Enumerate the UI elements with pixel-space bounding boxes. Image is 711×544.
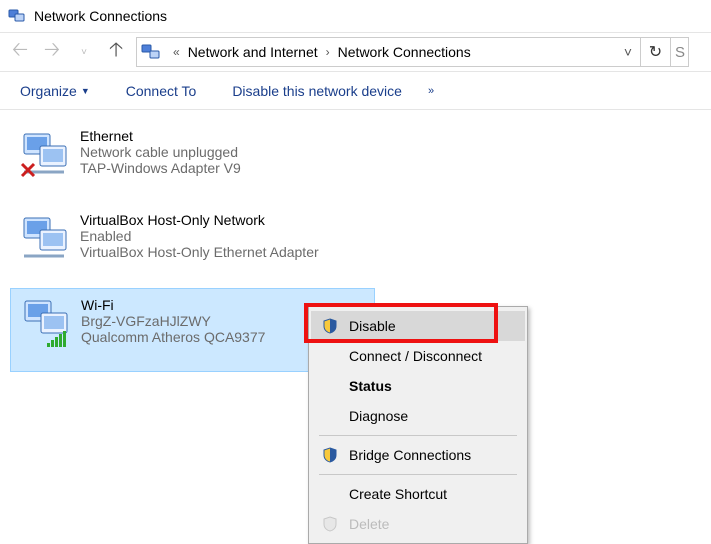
breadcrumb-seg-2[interactable]: Network Connections	[336, 44, 473, 60]
ctx-connect[interactable]: Connect / Disconnect	[311, 341, 525, 371]
ctx-shortcut[interactable]: Create Shortcut	[311, 479, 525, 509]
recent-dropdown[interactable]: ˅	[68, 36, 100, 68]
adapter-device: TAP-Windows Adapter V9	[80, 160, 241, 176]
ctx-disable[interactable]: Disable	[311, 311, 525, 341]
adapter-ethernet[interactable]: Ethernet Network cable unplugged TAP-Win…	[10, 120, 375, 204]
ctx-status-label: Status	[349, 378, 392, 394]
chevron-right-icon[interactable]: ›	[320, 45, 336, 59]
disable-device-button[interactable]: Disable this network device	[214, 72, 420, 109]
adapter-device: VirtualBox Host-Only Ethernet Adapter	[80, 244, 319, 260]
back-button[interactable]: 🡠	[4, 36, 36, 68]
window-title: Network Connections	[34, 8, 167, 24]
adapter-name: VirtualBox Host-Only Network	[80, 212, 319, 228]
connect-to-button[interactable]: Connect To	[108, 72, 215, 109]
ethernet-unplugged-icon	[18, 128, 72, 182]
up-button[interactable]: 🡡	[100, 36, 132, 68]
shield-icon	[319, 318, 341, 334]
network-connections-icon	[8, 7, 26, 25]
organize-label: Organize	[20, 83, 77, 99]
adapter-device: Qualcomm Atheros QCA9377	[81, 329, 265, 345]
adapter-status: Network cable unplugged	[80, 144, 241, 160]
chevron-down-icon: ▼	[81, 86, 90, 96]
ctx-bridge[interactable]: Bridge Connections	[311, 440, 525, 470]
organize-button[interactable]: Organize ▼	[2, 72, 108, 109]
ctx-delete[interactable]: Delete	[311, 509, 525, 539]
separator	[319, 435, 517, 436]
search-input[interactable]: S	[671, 37, 689, 67]
disable-device-label: Disable this network device	[232, 83, 402, 99]
overflow-label: »	[428, 85, 434, 97]
adapter-name: Ethernet	[80, 128, 241, 144]
adapter-name: Wi-Fi	[81, 297, 265, 313]
address-bar[interactable]: « Network and Internet › Network Connect…	[136, 37, 641, 67]
ctx-disable-label: Disable	[349, 318, 396, 334]
ctx-delete-label: Delete	[349, 516, 389, 532]
address-dropdown[interactable]: ˅	[620, 44, 636, 60]
ctx-diagnose[interactable]: Diagnose	[311, 401, 525, 431]
ctx-status[interactable]: Status	[311, 371, 525, 401]
ctx-shortcut-label: Create Shortcut	[349, 486, 447, 502]
ctx-bridge-label: Bridge Connections	[349, 447, 471, 463]
overflow-button[interactable]: »	[420, 85, 442, 97]
context-menu: Disable Connect / Disconnect Status Diag…	[308, 306, 528, 544]
separator	[319, 474, 517, 475]
ethernet-icon	[18, 212, 72, 266]
shield-icon	[319, 447, 341, 463]
breadcrumb-seg-1[interactable]: Network and Internet	[186, 44, 320, 60]
ctx-diagnose-label: Diagnose	[349, 408, 408, 424]
nav-bar: 🡠 🡢 ˅ 🡡 « Network and Internet › Network…	[0, 32, 711, 72]
command-bar: Organize ▼ Connect To Disable this netwo…	[0, 72, 711, 110]
wifi-icon	[19, 297, 73, 351]
address-icon	[141, 43, 161, 61]
adapter-virtualbox[interactable]: VirtualBox Host-Only Network Enabled Vir…	[10, 204, 340, 288]
ctx-connect-label: Connect / Disconnect	[349, 348, 482, 364]
title-bar: Network Connections	[0, 0, 711, 32]
shield-icon	[319, 516, 341, 532]
adapter-status: Enabled	[80, 228, 319, 244]
refresh-button[interactable]: ↻	[641, 37, 671, 67]
connect-to-label: Connect To	[126, 83, 197, 99]
breadcrumb-root-chevron[interactable]: «	[167, 45, 186, 59]
forward-button[interactable]: 🡢	[36, 36, 68, 68]
adapter-status: BrgZ-VGFzaHJlZWY	[81, 313, 265, 329]
